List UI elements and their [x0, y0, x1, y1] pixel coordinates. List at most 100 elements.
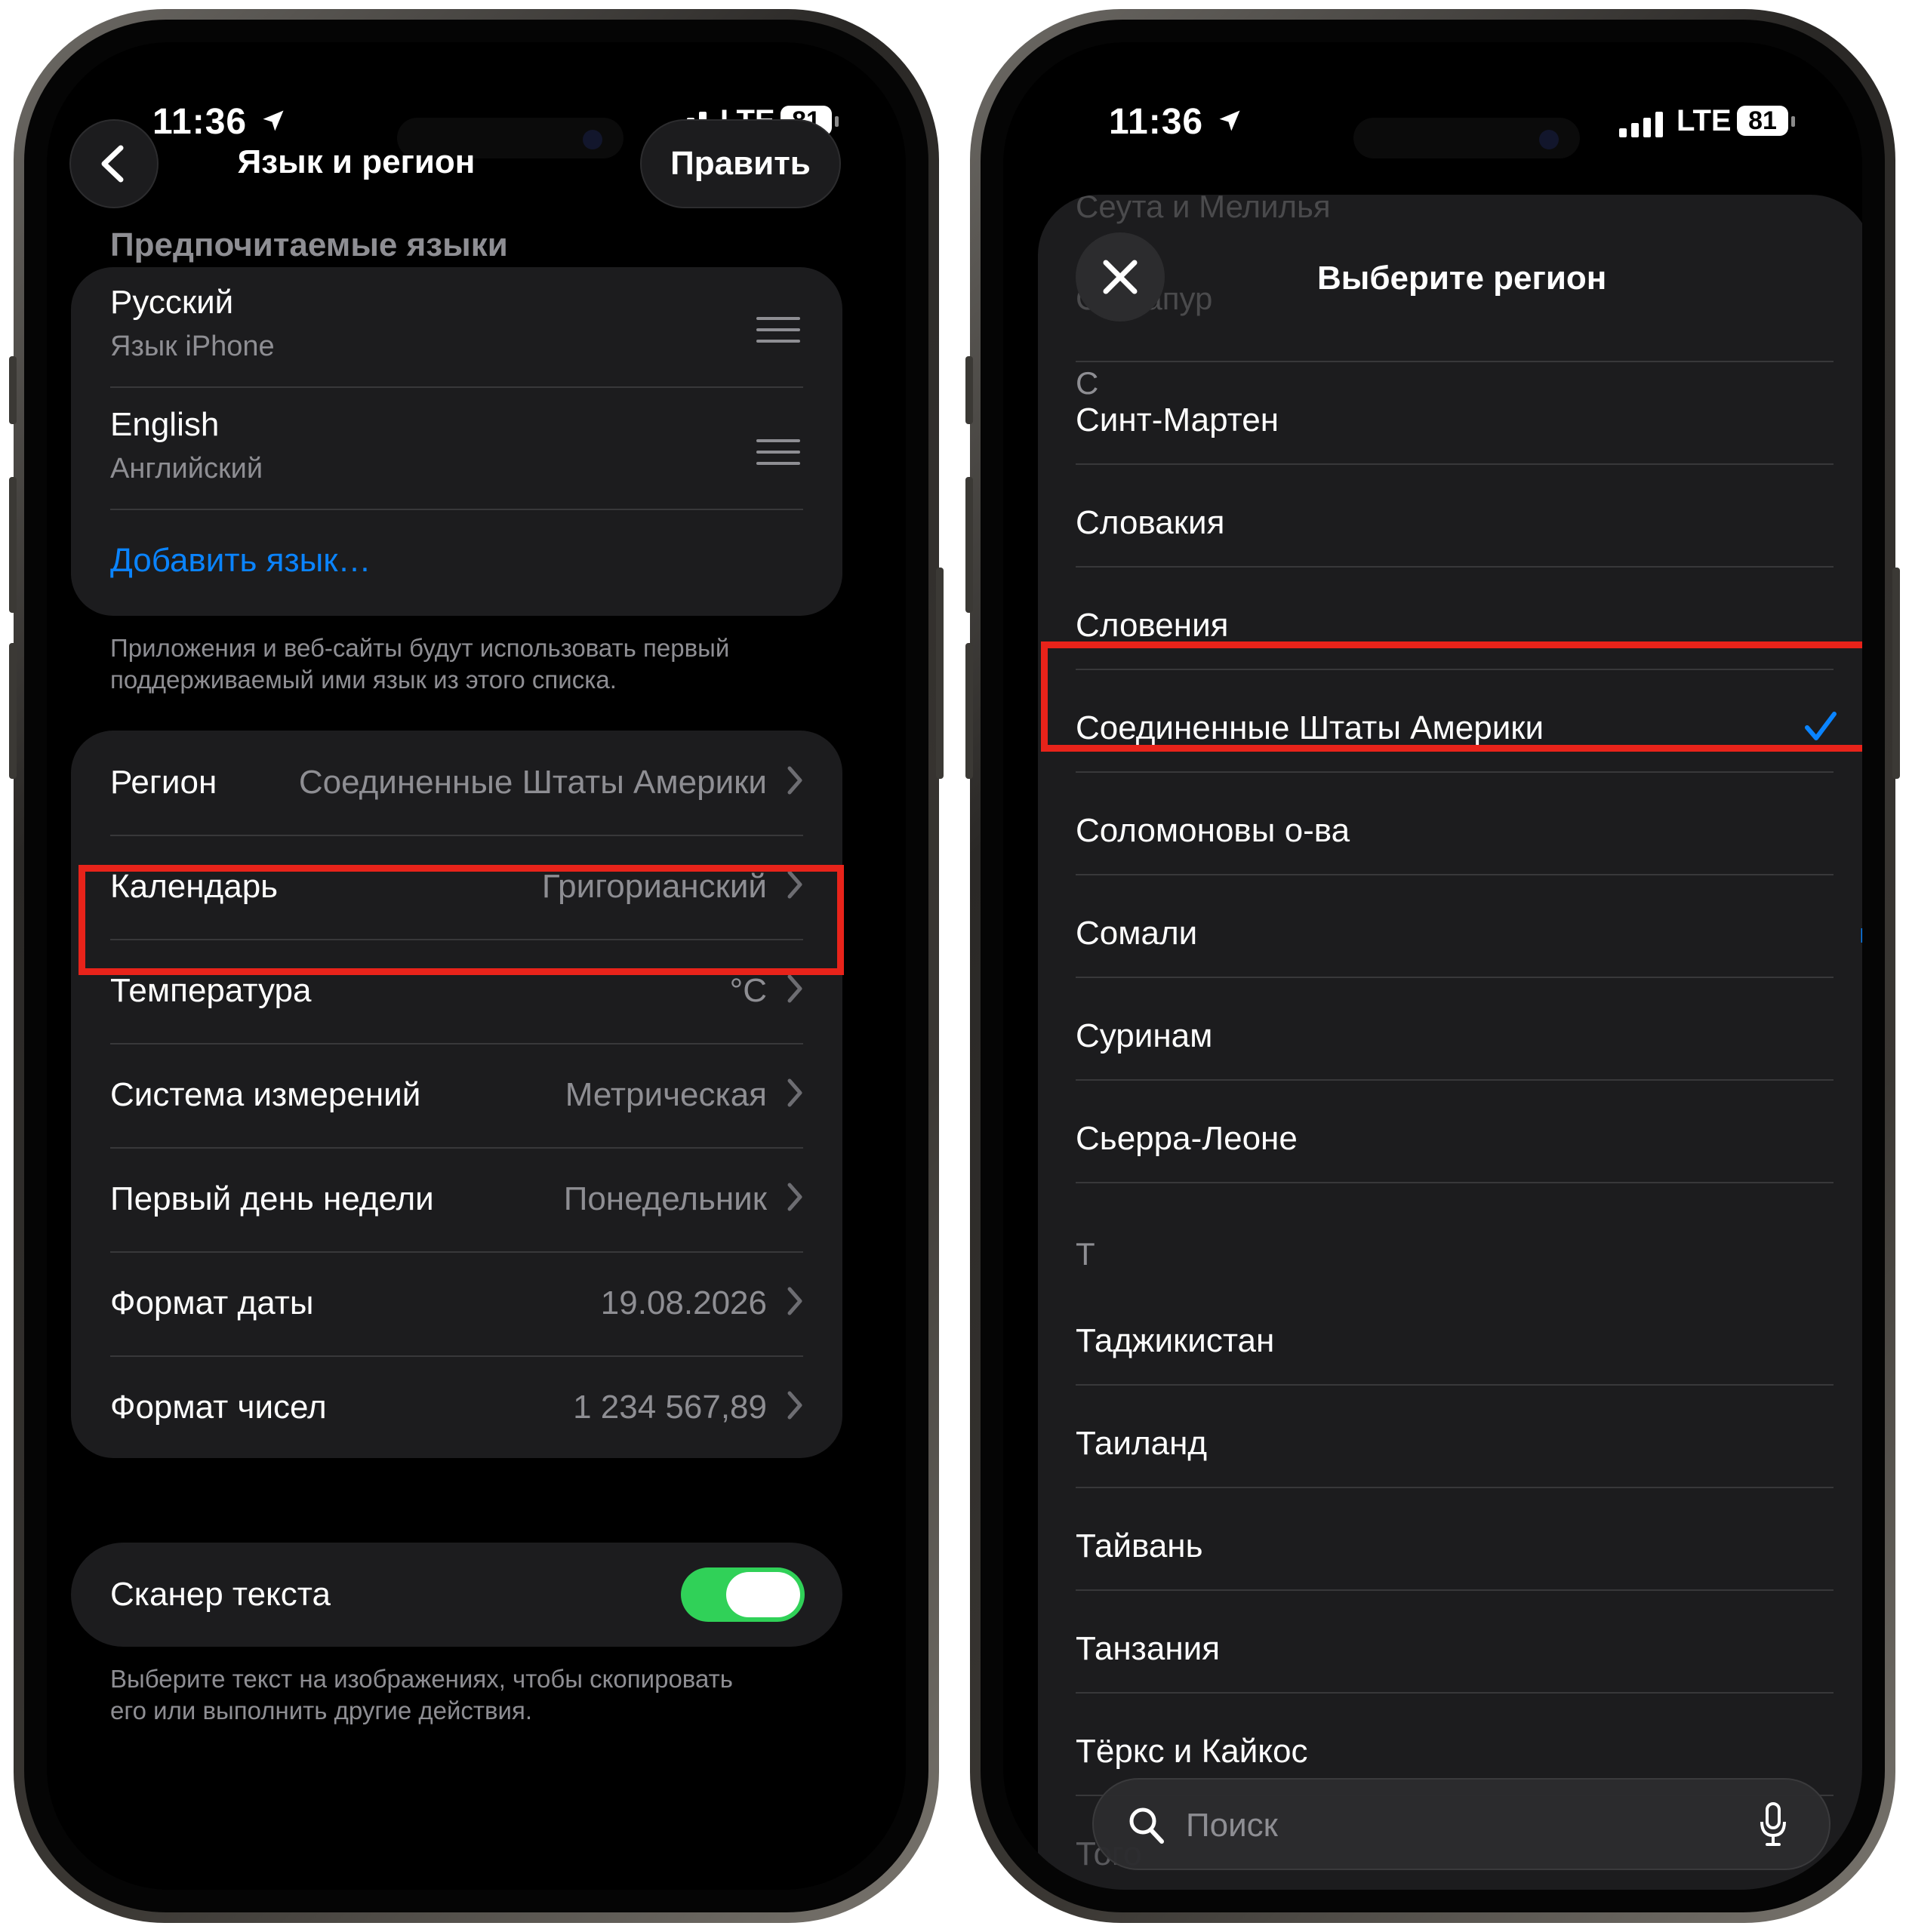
- chevron-right-icon: [787, 1287, 802, 1315]
- region-item[interactable]: Тёркс и Кайкос: [1076, 1733, 1307, 1770]
- index-letter[interactable]: Х: [1859, 824, 1862, 848]
- setting-label: Сканер текста: [110, 1576, 331, 1613]
- region-item[interactable]: Тайвань: [1076, 1527, 1203, 1565]
- index-letter[interactable]: #: [1859, 1617, 1862, 1641]
- close-button[interactable]: [1076, 232, 1165, 321]
- divider: [1076, 1487, 1834, 1488]
- region-item[interactable]: Таиланд: [1076, 1425, 1207, 1463]
- index-letter[interactable]: L: [1859, 1274, 1862, 1298]
- back-button[interactable]: [69, 119, 159, 208]
- index-letter[interactable]: Z: [1859, 1573, 1862, 1597]
- setting-row-measurement[interactable]: Система измерений Метрическая: [71, 1043, 842, 1147]
- index-letter[interactable]: J: [1859, 1224, 1862, 1248]
- chevron-left-icon: [101, 145, 124, 183]
- section-header: Т: [1076, 1236, 1095, 1272]
- region-item[interactable]: Соломоновы о-ва: [1076, 812, 1350, 850]
- index-letter[interactable]: Q: [1859, 1374, 1862, 1398]
- index-letter[interactable]: А: [1859, 374, 1862, 398]
- chevron-right-icon: [787, 1391, 802, 1420]
- setting-value: Соединенные Штаты Америки: [298, 764, 767, 801]
- index-letter[interactable]: Е: [1859, 474, 1862, 498]
- ghost-list-item: Сеута и Мелилья: [1076, 195, 1331, 224]
- preferred-languages-header: Предпочитаемые языки: [110, 226, 508, 263]
- chevron-right-icon: [787, 1078, 802, 1107]
- setting-label: Регион: [110, 764, 217, 801]
- phone-frame-left: 11:36 LTE 81 Язык и регион Править Предп…: [9, 9, 944, 1923]
- reorder-handle-icon[interactable]: [756, 439, 800, 473]
- index-letter[interactable]: S: [1859, 1423, 1862, 1447]
- index-letter[interactable]: U: [1859, 1473, 1862, 1497]
- footnote-line: Выберите текст на изображениях, чтобы ск…: [110, 1665, 733, 1693]
- settings-screen: 11:36 LTE 81 Язык и регион Править Предп…: [47, 42, 906, 1890]
- battery-level: 81: [1737, 106, 1788, 136]
- divider: [1076, 361, 1834, 362]
- language-subtitle: Английский: [110, 453, 263, 485]
- status-time: 11:36: [1109, 102, 1204, 142]
- side-button: [965, 356, 973, 424]
- cellular-signal-icon: [1619, 112, 1663, 137]
- index-letter[interactable]: В: [1859, 424, 1862, 448]
- languages-card: Русский Язык iPhone English Английский Д…: [71, 267, 842, 616]
- index-letter[interactable]: Ч: [1859, 874, 1862, 898]
- divider: [110, 509, 803, 510]
- add-language-link[interactable]: Добавить язык…: [110, 542, 371, 580]
- section-header: С: [1076, 365, 1099, 401]
- index-letter[interactable]: Щ: [1859, 924, 1862, 948]
- index-letter[interactable]: Й: [1859, 574, 1862, 598]
- language-name: Русский: [110, 284, 234, 321]
- languages-footnote: Приложения и веб-сайты будут использоват…: [110, 632, 729, 696]
- setting-value: Понедельник: [563, 1180, 767, 1217]
- index-letter[interactable]: O: [1859, 1324, 1862, 1348]
- reorder-handle-icon[interactable]: [756, 317, 800, 351]
- language-row-english[interactable]: English Английский: [71, 388, 842, 509]
- index-letter[interactable]: X: [1859, 1523, 1862, 1547]
- phone-frame-right: 11:36 LTE 81 Сеута и Мелилья Сингапур Вы…: [965, 9, 1900, 1923]
- region-item[interactable]: Танзания: [1076, 1630, 1220, 1668]
- divider: [1076, 977, 1834, 978]
- setting-row-number-format[interactable]: Формат чисел 1 234 567,89: [71, 1355, 842, 1460]
- setting-row-first-weekday[interactable]: Первый день недели Понедельник: [71, 1147, 842, 1251]
- volume-down-button: [965, 643, 973, 779]
- setting-value: Метрическая: [565, 1076, 767, 1113]
- region-picker-sheet: Сеута и Мелилья Сингапур Выберите регион…: [1038, 195, 1862, 1890]
- chevron-right-icon: [787, 766, 802, 795]
- battery-icon: [1791, 116, 1795, 127]
- setting-label: Первый день недели: [110, 1180, 434, 1217]
- index-letter[interactable]: E: [1859, 1124, 1862, 1149]
- scanner-footnote: Выберите текст на изображениях, чтобы ск…: [110, 1663, 733, 1727]
- index-letter[interactable]: C: [1859, 1075, 1862, 1099]
- search-input[interactable]: Поиск: [1186, 1807, 1278, 1844]
- location-arrow-icon: [1219, 110, 1240, 131]
- index-letter[interactable]: Э: [1859, 975, 1862, 999]
- index-letter[interactable]: З: [1859, 524, 1862, 548]
- region-picker-screen: 11:36 LTE 81 Сеута и Мелилья Сингапур Вы…: [1003, 42, 1862, 1890]
- region-item[interactable]: Словения: [1076, 607, 1228, 645]
- index-letter[interactable]: H: [1859, 1174, 1862, 1198]
- divider: [1076, 1079, 1834, 1081]
- setting-value: 1 234 567,89: [573, 1389, 767, 1426]
- region-item[interactable]: Суринам: [1076, 1017, 1212, 1055]
- network-type: LTE: [1677, 104, 1732, 137]
- region-item[interactable]: Сомали: [1076, 915, 1197, 952]
- toggle-knob: [726, 1572, 800, 1617]
- index-letter[interactable]: Т: [1859, 774, 1862, 798]
- setting-value: °C: [729, 972, 767, 1009]
- microphone-icon[interactable]: [1758, 1802, 1788, 1847]
- text-scanner-toggle[interactable]: [681, 1567, 805, 1622]
- power-button: [1892, 568, 1900, 779]
- setting-label: Формат чисел: [110, 1389, 327, 1426]
- region-item[interactable]: Синт-Мартен: [1076, 401, 1279, 439]
- index-letter[interactable]: A: [1859, 1025, 1862, 1049]
- setting-row-date-format[interactable]: Формат даты 19.08.2026: [71, 1251, 842, 1355]
- volume-up-button: [965, 477, 973, 613]
- region-item[interactable]: Сьерра-Леоне: [1076, 1120, 1298, 1158]
- divider: [1076, 1692, 1834, 1694]
- search-bar[interactable]: Поиск: [1092, 1778, 1830, 1870]
- region-settings-card: Регион Соединенные Штаты Америки Календа…: [71, 731, 842, 1458]
- language-row-russian[interactable]: Русский Язык iPhone: [71, 267, 842, 388]
- region-item[interactable]: Словакия: [1076, 504, 1224, 542]
- divider: [1076, 463, 1834, 465]
- setting-row-region[interactable]: Регион Соединенные Штаты Америки: [71, 731, 842, 835]
- region-item[interactable]: Таджикистан: [1076, 1322, 1274, 1360]
- edit-button[interactable]: Править: [640, 119, 841, 208]
